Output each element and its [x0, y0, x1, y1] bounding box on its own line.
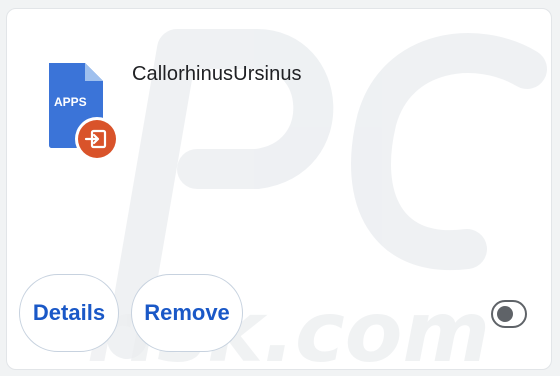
extension-icon: APPS	[45, 59, 121, 169]
toggle-knob	[497, 306, 513, 322]
extension-name: CallorhinusUrsinus	[132, 63, 302, 85]
extension-toggle[interactable]	[491, 300, 527, 328]
exit-arrow-icon	[75, 117, 119, 161]
apps-label: APPS	[54, 95, 87, 109]
apps-document-icon: APPS	[49, 63, 119, 161]
extension-card: risk.com APPS CallorhinusUrsinus Details…	[6, 8, 552, 370]
details-button[interactable]: Details	[19, 274, 119, 352]
remove-button[interactable]: Remove	[131, 274, 243, 352]
